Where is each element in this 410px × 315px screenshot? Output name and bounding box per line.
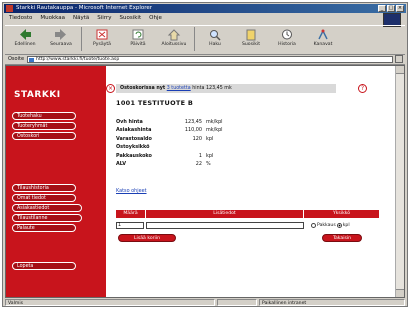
sidebar-item-tilaushistoria[interactable]: Tilaushistoria [12, 184, 76, 192]
address-input[interactable]: http://www.starkki.fi/tuote/tuote.asp [27, 55, 393, 63]
back-button[interactable]: Edellinen [7, 26, 43, 52]
menu-help[interactable]: Ohje [149, 14, 162, 23]
help-icon[interactable]: ? [358, 84, 367, 93]
channels-button[interactable]: Kanavat [305, 26, 341, 52]
window-title: Starkki Rautakauppa - Microsoft Internet… [16, 5, 153, 11]
sidebar-item-omat-tiedot[interactable]: Omat tiedot [12, 194, 76, 202]
cart-count-link[interactable]: 3 tuotetta [167, 86, 191, 91]
sidebar: STARKKI Tuotehaku Tuoteryhmät Ostoskori … [6, 66, 106, 297]
home-button[interactable]: Aloitussivu [156, 26, 192, 52]
column-header-info: Lisätiedot [146, 210, 304, 218]
home-icon [167, 29, 181, 41]
favorites-icon [246, 29, 256, 41]
menu-edit[interactable]: Muokkaa [40, 14, 65, 23]
forward-button[interactable]: Seuraava [43, 26, 79, 52]
radio-pakkaus[interactable] [311, 223, 316, 228]
detail-row: Pakkauskoko 1 kpl [116, 152, 214, 159]
history-icon [282, 29, 292, 40]
toolbar: Edellinen Seuraava Pysäytä Päivitä Aloit… [5, 25, 405, 55]
product-details: Ovh hinta 123,45 mk/kpl Asiakashinta 110,00… [116, 118, 223, 168]
address-dropdown-icon[interactable] [395, 55, 403, 63]
toolbar-separator [194, 27, 195, 51]
title-bar: Starkki Rautakauppa - Microsoft Internet… [4, 4, 406, 13]
stop-button[interactable]: Pysäytä [84, 26, 120, 52]
cart-total: hinta 123,45 mk [192, 86, 232, 91]
status-text: Valmis [5, 299, 215, 306]
sidebar-item-tuotehaku[interactable]: Tuotehaku [12, 112, 76, 120]
refresh-button[interactable]: Päivitä [120, 26, 156, 52]
sidebar-item-tuoteryhmat[interactable]: Tuoteryhmät [12, 122, 76, 130]
product-title: 1001 TESTITUOTE B [116, 99, 194, 107]
add-to-cart-button[interactable]: Lisää koriin [118, 234, 176, 242]
address-bar: Osoite http://www.starkki.fi/tuote/tuote… [5, 54, 405, 65]
search-icon [210, 30, 221, 41]
minimize-button[interactable]: _ [378, 5, 386, 12]
browser-window: Starkki Rautakauppa - Microsoft Internet… [2, 2, 408, 307]
scroll-down-icon[interactable] [396, 289, 404, 297]
scroll-up-icon[interactable] [396, 66, 404, 74]
history-button[interactable]: Historia [269, 26, 305, 52]
detail-row: Ovh hinta 123,45 mk/kpl [116, 119, 223, 125]
sidebar-item-tilaustilanne[interactable]: Tilaustilanne [12, 214, 82, 222]
back-link-button[interactable]: Takaisin [322, 234, 362, 242]
detail-row: Ostoyksikkö [116, 144, 150, 151]
forward-icon [55, 29, 66, 40]
menu-view[interactable]: Näytä [73, 14, 89, 23]
search-button[interactable]: Haku [197, 26, 233, 52]
menu-go[interactable]: Siirry [97, 14, 111, 23]
column-header-unit: Yksikkö [304, 210, 380, 218]
address-label: Osoite [8, 56, 25, 62]
menu-favorites[interactable]: Suosikit [120, 14, 142, 23]
vertical-scrollbar[interactable] [395, 66, 404, 297]
order-table-header: Määrä Lisätiedot Yksikkö [116, 210, 380, 218]
menu-file[interactable]: Tiedosto [9, 14, 32, 23]
refresh-icon [132, 29, 144, 40]
radio-kpl[interactable] [336, 223, 342, 228]
close-icon[interactable]: × [106, 84, 115, 93]
sidebar-item-asiakastiedot[interactable]: Asiakastiedot [12, 204, 82, 212]
back-icon [20, 29, 31, 40]
favorites-button[interactable]: Suosikit [233, 26, 269, 52]
menu-bar: Tiedosto Muokkaa Näytä Siirry Suosikit O… [5, 14, 405, 23]
app-icon [6, 5, 13, 12]
detail-row: Varastosaldo 120 kpl [116, 135, 214, 142]
stop-icon [96, 29, 108, 40]
maximize-button[interactable]: □ [387, 5, 395, 12]
cart-label: Ostoskorissa nyt [120, 86, 166, 91]
status-zone: Paikallinen intranet [259, 299, 405, 306]
column-header-qty: Määrä [116, 210, 146, 218]
sidebar-item-palaute[interactable]: Palaute [12, 224, 76, 232]
brand-logo: STARKKI [14, 90, 61, 100]
status-bar: Valmis Paikallinen intranet [5, 299, 405, 307]
sidebar-item-ostoskori[interactable]: Ostoskori [12, 132, 76, 140]
info-input[interactable] [146, 222, 304, 229]
unit-radio-group: Pakkaus kpl [310, 223, 350, 228]
main-content: × Ostoskorissa nyt 3 tuotetta hinta 123,… [106, 66, 396, 297]
close-button[interactable]: × [396, 5, 404, 12]
status-progress [217, 299, 257, 306]
detail-row: Asiakashinta 110,00 mk/kpl [116, 127, 223, 134]
channels-icon [318, 29, 328, 40]
order-row: 1 Pakkaus kpl [116, 221, 380, 230]
quantity-input[interactable]: 1 [116, 222, 144, 229]
instructions-link[interactable]: Katso ohjeet [116, 188, 147, 194]
toolbar-separator [81, 27, 82, 51]
sidebar-item-lopeta[interactable]: Lopeta [12, 262, 76, 270]
page-viewport: STARKKI Tuotehaku Tuoteryhmät Ostoskori … [5, 65, 405, 298]
detail-row: ALV 22% [116, 161, 211, 168]
cart-info-bar: Ostoskorissa nyt 3 tuotetta hinta 123,45… [116, 84, 336, 93]
window-controls: _ □ × [378, 5, 404, 12]
